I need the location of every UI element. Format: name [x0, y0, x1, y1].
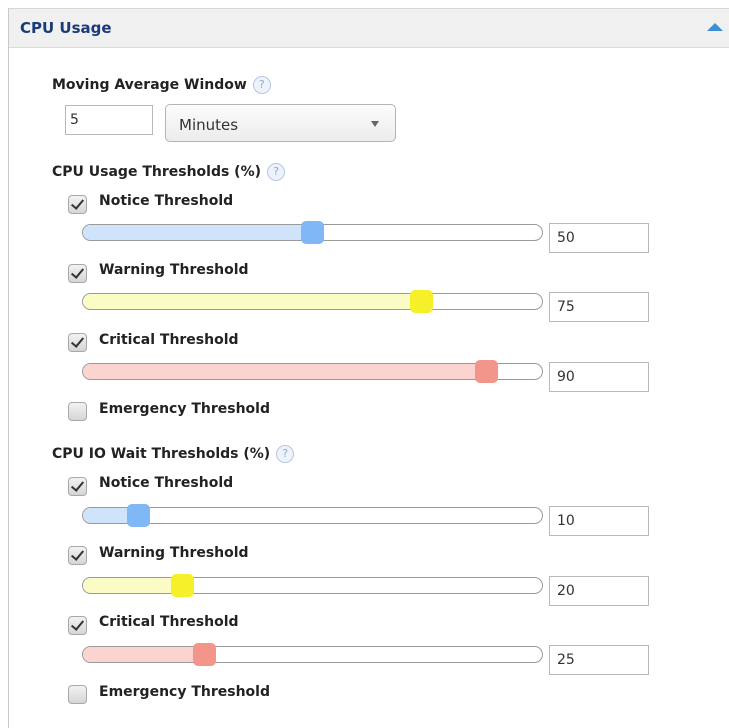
- panel-title: CPU Usage: [20, 19, 112, 37]
- cpu-io-wait-notice-checkbox[interactable]: [68, 477, 87, 496]
- cpu-io-wait-critical-value-input[interactable]: [549, 645, 649, 675]
- cpu-usage-warning-value-input[interactable]: [549, 292, 649, 322]
- cpu-usage-thresholds-heading-text: CPU Usage Thresholds (%): [52, 164, 262, 180]
- cpu-usage-critical-label: Critical Threshold: [99, 332, 239, 348]
- cpu-io-wait-warning-label: Warning Threshold: [99, 545, 249, 561]
- chevron-down-icon: [371, 121, 379, 127]
- cpu-io-wait-emergency-label: Emergency Threshold: [99, 684, 270, 700]
- cpu-io-wait-critical-label: Critical Threshold: [99, 614, 239, 630]
- cpu-usage-warning-checkbox[interactable]: [68, 264, 87, 283]
- cpu-usage-critical-slider[interactable]: [82, 363, 543, 380]
- checkmark-icon: [70, 478, 85, 492]
- help-icon[interactable]: ?: [276, 445, 295, 463]
- cpu-usage-thresholds-heading: CPU Usage Thresholds (%)?: [52, 163, 286, 181]
- cpu-io-wait-critical-slider-handle[interactable]: [192, 643, 216, 666]
- cpu-usage-panel: CPU Usage Moving Average Window? Minutes…: [8, 8, 729, 728]
- cpu-usage-critical-slider-fill: [83, 364, 497, 379]
- checkmark-icon: [70, 265, 85, 279]
- cpu-io-wait-warning-value-input[interactable]: [549, 576, 649, 606]
- cpu-usage-notice-label: Notice Threshold: [99, 193, 234, 209]
- moving-average-label: Moving Average Window?: [52, 76, 271, 94]
- cpu-io-wait-critical-checkbox[interactable]: [68, 616, 87, 635]
- cpu-usage-notice-checkbox[interactable]: [68, 195, 87, 214]
- cpu-usage-notice-slider-handle[interactable]: [301, 221, 324, 244]
- cpu-usage-critical-slider-handle[interactable]: [474, 360, 498, 383]
- checkmark-icon: [70, 196, 85, 210]
- cpu-io-wait-warning-slider-fill: [83, 578, 175, 593]
- cpu-usage-critical-checkbox[interactable]: [68, 333, 87, 352]
- cpu-io-wait-thresholds-heading-text: CPU IO Wait Thresholds (%): [52, 446, 271, 462]
- checkmark-icon: [70, 547, 85, 561]
- help-icon[interactable]: ?: [252, 76, 271, 94]
- cpu-usage-emergency-label: Emergency Threshold: [99, 401, 270, 417]
- cpu-usage-warning-slider-fill: [83, 294, 428, 309]
- cpu-io-wait-warning-slider[interactable]: [82, 577, 543, 594]
- cpu-io-wait-notice-value-input[interactable]: [549, 506, 649, 536]
- checkmark-icon: [70, 617, 85, 631]
- cpu-usage-warning-label: Warning Threshold: [99, 262, 249, 278]
- cpu-io-wait-notice-slider-handle[interactable]: [127, 504, 151, 527]
- checkmark-icon: [70, 334, 85, 348]
- cpu-io-wait-critical-slider[interactable]: [82, 646, 543, 663]
- cpu-io-wait-critical-slider-fill: [83, 647, 198, 662]
- cpu-usage-warning-slider-handle[interactable]: [409, 290, 433, 313]
- cpu-io-wait-warning-slider-handle[interactable]: [170, 574, 194, 597]
- moving-average-window-input[interactable]: [65, 105, 153, 135]
- cpu-io-wait-warning-checkbox[interactable]: [68, 546, 87, 565]
- cpu-io-wait-notice-label: Notice Threshold: [99, 475, 234, 491]
- help-icon[interactable]: ?: [267, 163, 286, 181]
- panel-header[interactable]: CPU Usage: [9, 9, 729, 48]
- moving-average-label-text: Moving Average Window: [52, 77, 247, 93]
- cpu-usage-critical-value-input[interactable]: [549, 362, 649, 392]
- time-unit-selected-value: Minutes: [179, 116, 239, 134]
- cpu-io-wait-thresholds-heading: CPU IO Wait Thresholds (%)?: [52, 445, 295, 463]
- cpu-io-wait-notice-slider-fill: [83, 508, 129, 523]
- cpu-usage-notice-slider-fill: [83, 225, 313, 240]
- cpu-io-wait-notice-slider[interactable]: [82, 507, 543, 524]
- cpu-usage-warning-slider[interactable]: [82, 293, 543, 310]
- cpu-usage-emergency-checkbox[interactable]: [68, 402, 87, 421]
- cpu-io-wait-emergency-checkbox[interactable]: [68, 685, 87, 704]
- cpu-usage-notice-value-input[interactable]: [549, 223, 649, 253]
- collapse-icon[interactable]: [707, 23, 723, 31]
- time-unit-select[interactable]: Minutes: [165, 104, 396, 142]
